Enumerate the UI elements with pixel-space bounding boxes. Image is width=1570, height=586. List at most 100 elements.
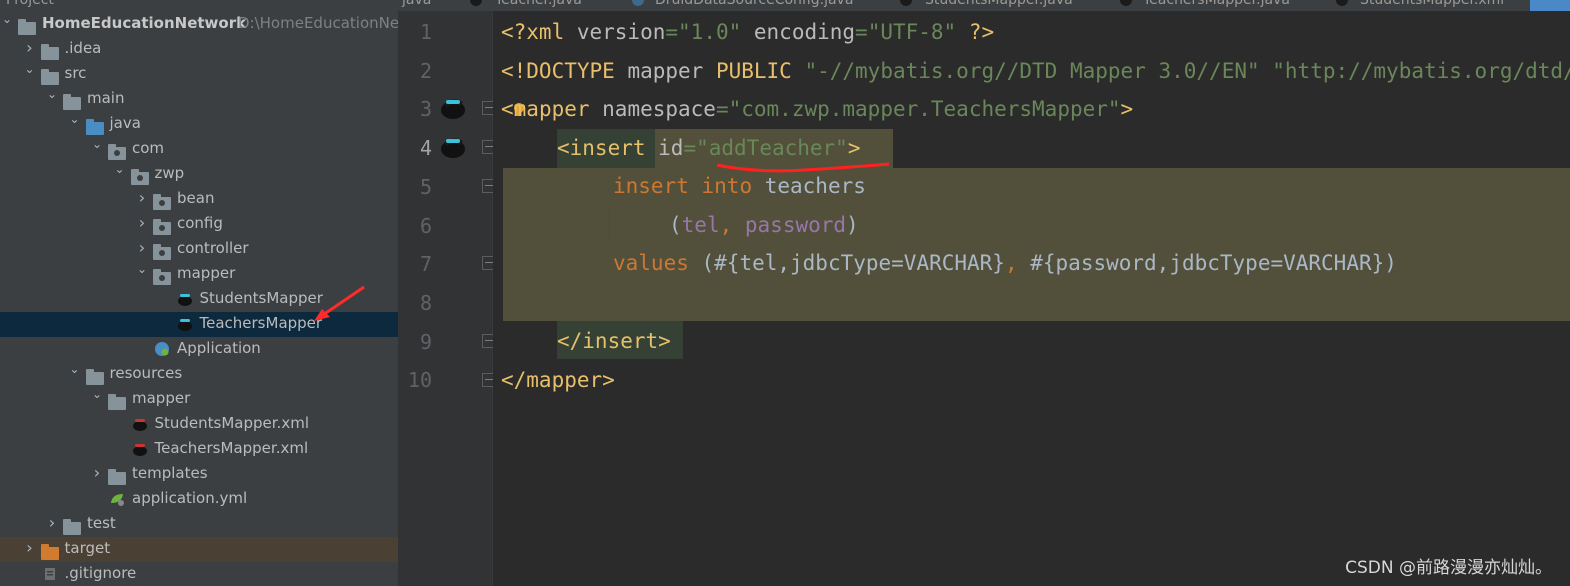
expand-arrow-icon[interactable]: › [91,465,103,481]
expand-arrow-icon[interactable]: › [136,240,148,256]
collapse-arrow-icon[interactable]: ⌄ [46,87,58,101]
tree-item-label: StudentsMapper.xml [154,414,309,432]
folder-icon [63,91,81,110]
tree-item-label: StudentsMapper [199,289,323,307]
expand-arrow-icon[interactable]: › [136,215,148,231]
tab-icon [470,0,482,6]
tree-item[interactable]: ⌄ zwp [0,162,398,187]
tree-item[interactable]: application.yml [0,487,398,512]
tree-item[interactable]: › .idea [0,37,398,62]
collapse-arrow-icon[interactable]: ⌄ [1,12,13,26]
excluded-folder-icon [40,541,59,560]
expand-arrow-icon[interactable]: › [24,40,36,56]
tab-icon [1120,0,1132,6]
code-line-10: </mapper> [501,368,615,392]
tree-item-label: config [177,214,223,232]
expand-arrow-icon[interactable]: › [136,190,148,206]
code-line-3: <mapper namespace="com.zwp.mapper.Teache… [501,97,1134,121]
tree-item-label: Application [177,339,261,357]
tree-item[interactable]: Application [0,337,398,362]
tree-item[interactable]: ⌄ com [0,137,398,162]
package-icon [153,216,171,235]
tree-item-label: mapper [132,389,191,407]
tree-item[interactable]: › target [0,537,398,562]
line-number: 2 [419,58,432,83]
tree-item[interactable]: › templates [0,462,398,487]
tree-item-label: controller [177,239,249,257]
collapse-arrow-icon[interactable]: ⌄ [136,262,148,276]
collapse-arrow-icon[interactable]: ⌄ [24,62,36,76]
tab-teacher-java[interactable]: Teacher.java [495,0,582,8]
code-line-2: <!DOCTYPE mapper PUBLIC "-//mybatis.org/… [501,59,1570,83]
tree-item[interactable]: ⌄ resources [0,362,398,387]
code-line-4: <insert id="addTeacher"> [557,136,861,160]
line-number: 1 [419,20,432,44]
tree-item[interactable]: TeachersMapper.xml [0,437,398,462]
mybatis-mapper-icon [176,316,194,332]
gitignore-icon [41,566,59,582]
tab-java[interactable]: java [402,0,431,8]
tree-item[interactable]: ⌄ main [0,87,398,112]
tree-item-label: templates [132,464,208,482]
tree-item[interactable]: ⌄ mapper [0,387,398,412]
tree-item[interactable]: › controller [0,237,398,262]
line-number: 10 [407,368,432,393]
package-icon [153,241,171,260]
line-number: 7 [419,252,432,277]
tree-item-label: application.yml [132,489,248,507]
tree-item-label: main [87,89,125,107]
tree-item-label: bean [177,189,215,207]
tree-item[interactable]: StudentsMapper.xml [0,412,398,437]
tree-item-label: TeachersMapper [199,314,323,332]
yml-icon [108,491,126,507]
mybatis-gutter-icon[interactable] [438,94,468,120]
collapse-arrow-icon[interactable]: ⌄ [69,112,81,126]
tree-item-label: resources [109,364,183,382]
line-number: 9 [419,329,432,354]
tab-students-mapper-xml[interactable]: StudentsMapper.xml [1360,0,1504,8]
editor-tab-bar: Project java Teacher.java DruidDataSourc… [0,0,1570,11]
tree-item-label: java [109,114,141,132]
collapse-arrow-icon[interactable]: ⌄ [91,387,103,401]
collapse-arrow-icon[interactable]: ⌄ [114,162,126,176]
tab-druid-config[interactable]: DruidDataSourceConfig.java [655,0,853,8]
tab-icon [900,0,912,6]
folder-icon [108,391,126,410]
folder-icon [63,516,81,535]
package-icon [153,266,171,285]
tab-icon [632,0,644,6]
red-underline-annotation [716,162,890,173]
code-editor[interactable]: <?xml version="1.0" encoding="UTF-8" ?> … [493,11,1570,586]
tree-item[interactable]: ⌄ java [0,112,398,137]
code-line-9: </insert> [557,329,671,353]
tab-students-mapper-java[interactable]: StudentsMapper.java [925,0,1073,8]
line-number: 8 [419,290,432,315]
expand-arrow-icon[interactable]: › [46,515,58,531]
tree-item-label: HomeEducationNetwork [42,14,247,32]
tree-item-label: src [64,64,87,82]
project-tool-window-title[interactable]: Project [6,0,54,8]
tree-item-label: .idea [64,39,102,57]
package-icon [153,191,171,210]
spring-app-icon [153,341,171,357]
line-number: 5 [419,174,432,199]
tree-item-label: com [132,139,165,157]
tab-icon [1336,0,1348,6]
line-number: 4 [419,136,432,161]
code-line-1: <?xml version="1.0" encoding="UTF-8" ?> [501,20,995,44]
mybatis-xml-icon [131,416,149,432]
tree-item[interactable]: › bean [0,187,398,212]
collapse-arrow-icon[interactable]: ⌄ [91,137,103,151]
tree-item[interactable]: › test [0,512,398,537]
tab-teachers-mapper-java[interactable]: TeachersMapper.java [1143,0,1290,8]
expand-arrow-icon[interactable]: › [24,540,36,556]
mybatis-gutter-icon[interactable] [438,133,468,159]
tree-item[interactable]: ⌄ HomeEducationNetworkD:\HomeEducationNet… [0,12,398,37]
folder-icon [40,66,59,85]
tree-item[interactable]: › config [0,212,398,237]
collapse-arrow-icon[interactable]: ⌄ [69,362,81,376]
line-number: 3 [419,97,432,122]
tree-item[interactable]: ⌄ src [0,62,398,87]
tree-item[interactable]: .gitignore [0,562,398,586]
folder-icon [108,466,126,485]
